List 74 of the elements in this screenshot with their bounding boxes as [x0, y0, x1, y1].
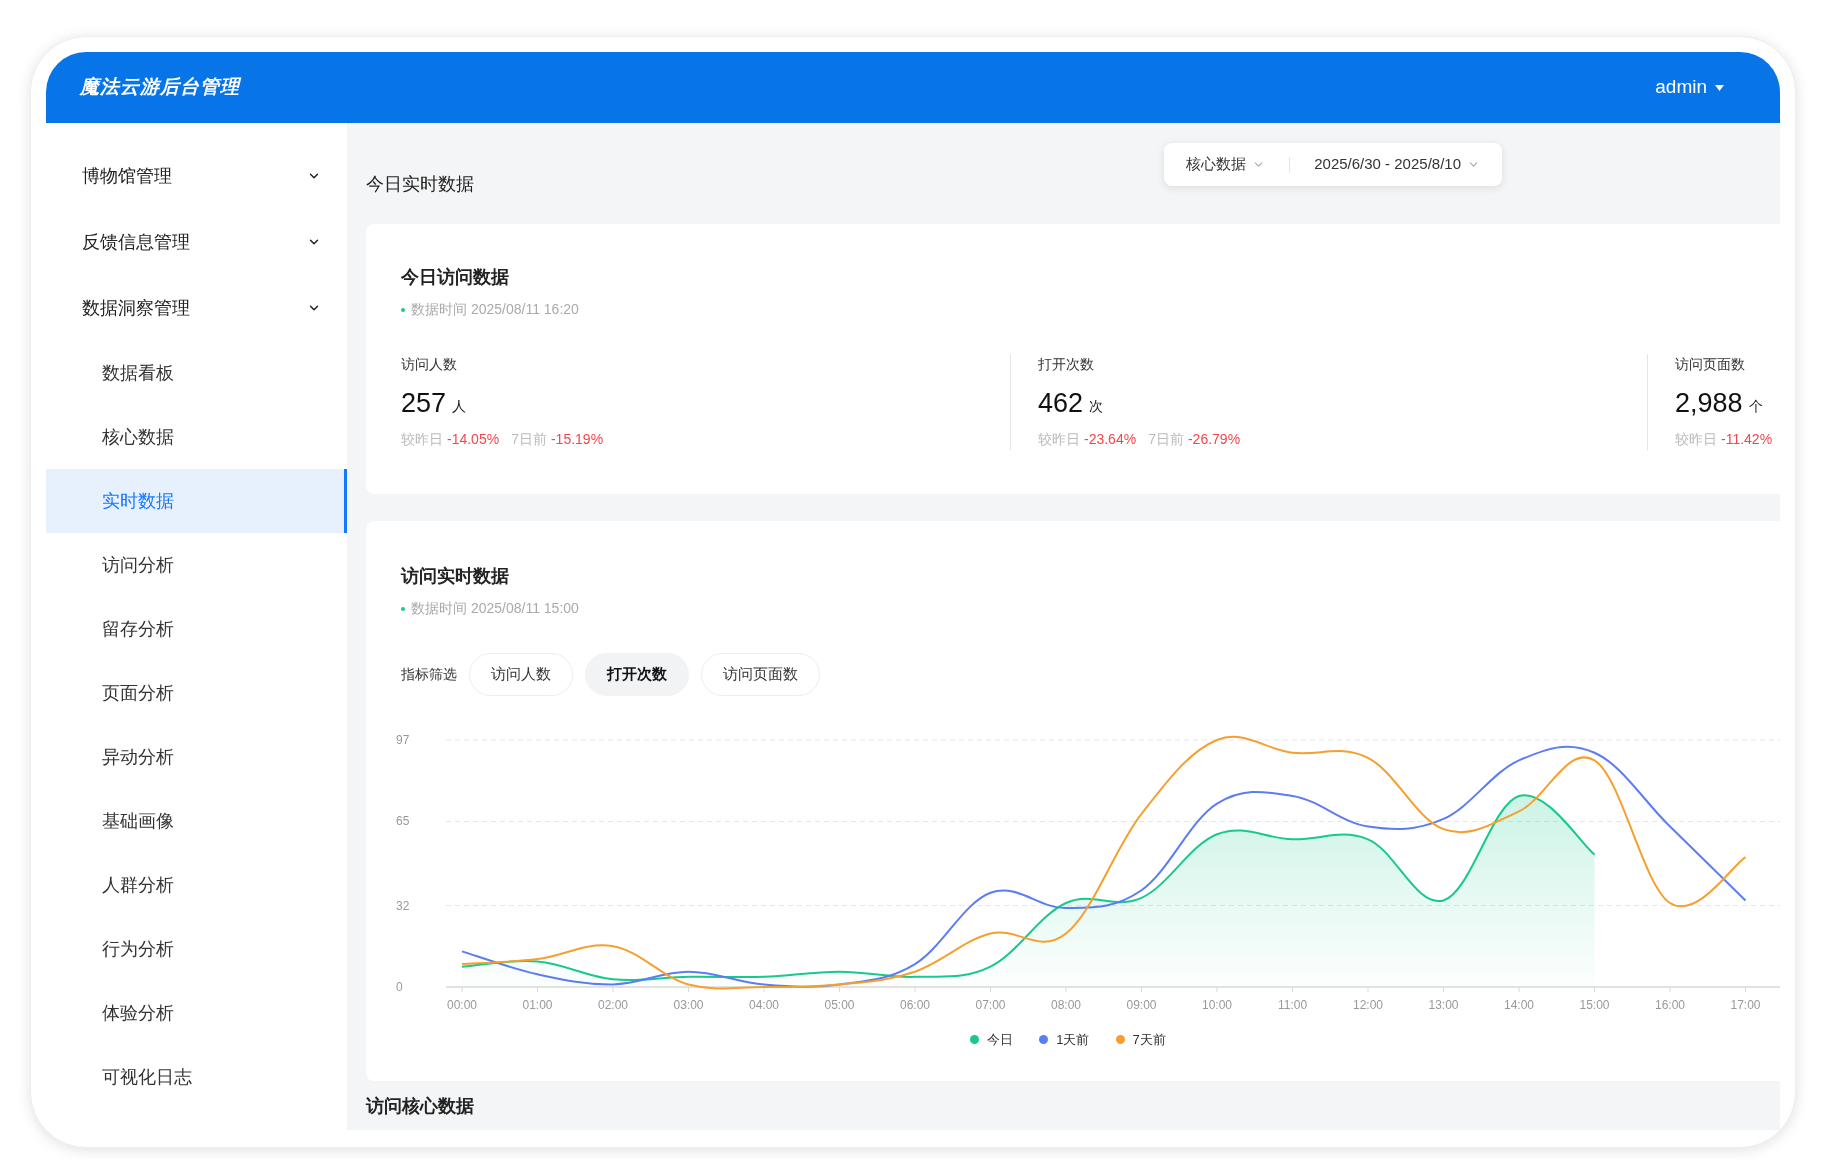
axis-label: 13:00 — [1428, 998, 1459, 1012]
stat-value: 462 — [1038, 387, 1084, 419]
section-title: 访问核心数据 — [366, 1095, 474, 1118]
card-title: 今日访问数据 — [401, 266, 509, 289]
axis-label: 08:00 — [1051, 998, 1081, 1012]
axis-label: 04:00 — [749, 998, 779, 1012]
legend-label: 1天前 — [1056, 1031, 1090, 1049]
axis-label: 15:00 — [1579, 998, 1610, 1012]
menu-group[interactable]: 反馈信息管理 — [46, 209, 347, 275]
axis-label: 06:00 — [900, 998, 930, 1012]
comparison-label: 较昨日 — [1038, 430, 1080, 449]
menu-item[interactable]: 访问分析 — [46, 533, 347, 597]
comparison-value: -23.64% — [1084, 430, 1137, 449]
axis-label: 16:00 — [1655, 998, 1685, 1012]
metric-chip[interactable]: 访问页面数 — [701, 653, 820, 696]
stat-label: 访问人数 — [401, 355, 458, 374]
menu-group[interactable]: 博物馆管理 — [46, 143, 347, 209]
metric-chip[interactable]: 打开次数 — [585, 653, 689, 696]
axis-label: 07:00 — [975, 998, 1006, 1012]
comparison-label: 较昨日 — [401, 430, 443, 449]
app-logo: 魔法云游后台管理 — [80, 75, 240, 100]
user-menu[interactable]: admin — [1655, 73, 1724, 102]
comparison-value: -26.79% — [1187, 430, 1241, 449]
menu-item[interactable]: 行为分析 — [46, 917, 347, 981]
menu-item[interactable]: 人群分析 — [46, 853, 347, 917]
metric-chip[interactable]: 访问人数 — [469, 653, 573, 696]
axis-label: 32 — [396, 898, 410, 913]
menu-item[interactable]: 数据看板 — [46, 341, 347, 405]
legend-label: 今日 — [987, 1031, 1014, 1049]
comparison-label: 7日前 — [511, 430, 547, 449]
stat-unit: 人 — [452, 397, 467, 416]
timestamp: 数据时间 2025/08/11 16:20 — [411, 300, 579, 319]
comparison-value: -14.05% — [447, 430, 500, 449]
menu-item[interactable]: 实时数据 — [46, 469, 347, 533]
axis-label: 12:00 — [1353, 998, 1383, 1012]
menu-item[interactable]: 可视化日志 — [46, 1045, 347, 1109]
caret-icon — [1715, 84, 1724, 91]
comparison-label: 7日前 — [1148, 430, 1184, 449]
axis-label: 0 — [396, 980, 403, 994]
stat-value: 2,988 — [1675, 387, 1743, 419]
axis-label: 01:00 — [522, 998, 553, 1012]
filter-dropdown[interactable]: 2025/6/30 - 2025/8/10 — [1314, 153, 1480, 176]
legend-label: 7天前 — [1132, 1031, 1166, 1049]
axis-label: 65 — [396, 814, 410, 829]
comparison-value: -11.42% — [1721, 430, 1773, 449]
stat-label: 访问页面数 — [1675, 355, 1746, 374]
menu-item[interactable]: 体验分析 — [46, 981, 347, 1045]
axis-label: 02:00 — [598, 998, 628, 1012]
stat-value: 257 — [401, 387, 447, 419]
axis-label: 97 — [396, 733, 410, 747]
comparison-value: -15.19% — [550, 430, 604, 449]
filter-label: 指标筛选 — [401, 665, 457, 684]
card-title: 访问实时数据 — [399, 565, 509, 588]
axis-label: 14:00 — [1504, 998, 1534, 1012]
stat-unit: 次 — [1089, 397, 1104, 416]
menu-item[interactable]: 留存分析 — [46, 597, 347, 661]
axis-label: 09:00 — [1126, 998, 1157, 1012]
axis-label: 03:00 — [673, 998, 704, 1012]
menu-item[interactable]: 异动分析 — [46, 725, 347, 789]
timestamp: 数据时间 2025/08/11 15:00 — [411, 599, 579, 618]
menu-item[interactable]: 基础画像 — [46, 789, 347, 853]
page-title: 今日实时数据 — [366, 173, 474, 196]
axis-label: 05:00 — [824, 998, 855, 1012]
menu-item[interactable]: 核心数据 — [46, 405, 347, 469]
axis-label: 11:00 — [1277, 998, 1308, 1012]
stat-label: 打开次数 — [1038, 355, 1095, 374]
menu-item[interactable]: 页面分析 — [46, 661, 347, 725]
axis-label: 00:00 — [447, 998, 477, 1012]
menu-group[interactable]: 数据洞察管理 — [46, 275, 347, 341]
stat-unit: 个 — [1748, 397, 1763, 416]
axis-label: 17:00 — [1730, 998, 1761, 1012]
axis-label: 10:00 — [1202, 998, 1232, 1012]
comparison-label: 较昨日 — [1675, 430, 1717, 449]
filter-dropdown[interactable]: 核心数据 — [1186, 153, 1266, 176]
